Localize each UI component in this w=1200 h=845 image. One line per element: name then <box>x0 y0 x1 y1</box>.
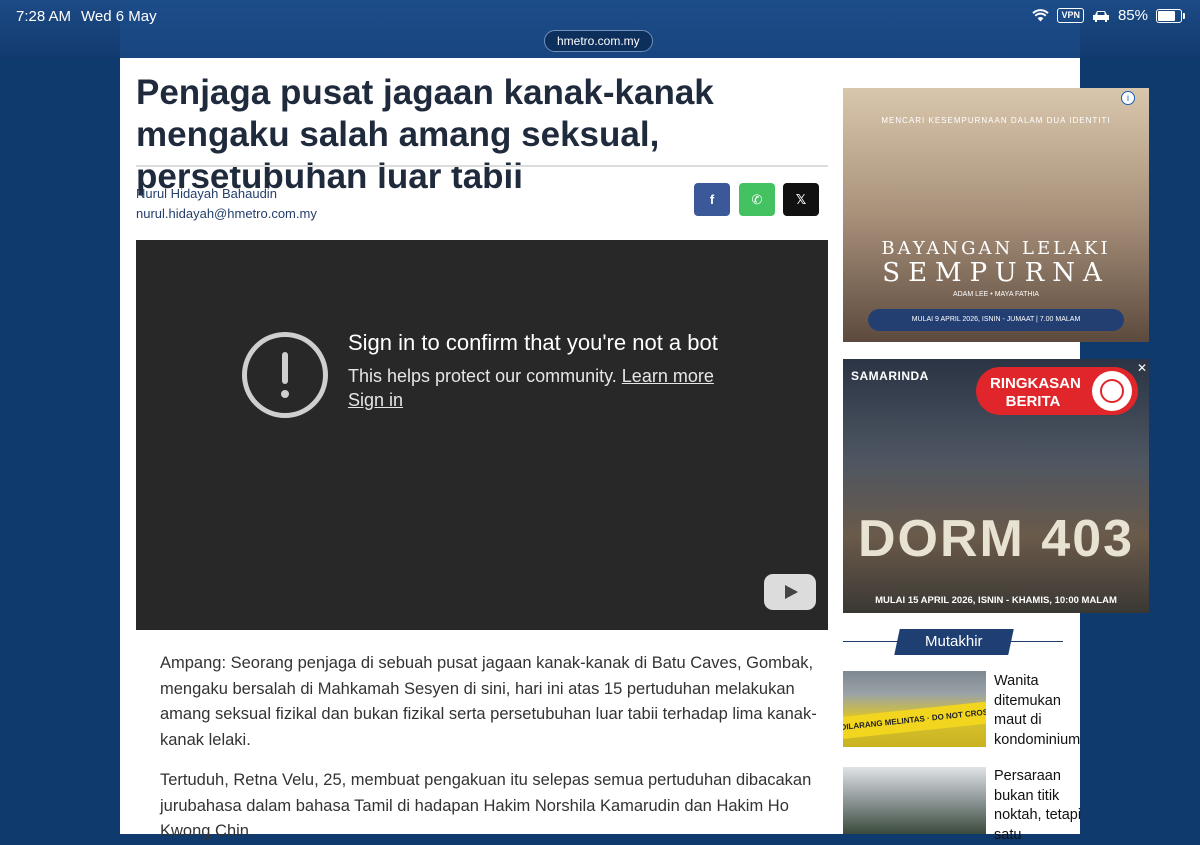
video-message-subtitle: This helps protect our community. Learn … <box>348 366 714 387</box>
ad-info-icon[interactable]: i <box>1121 91 1135 105</box>
sign-in-link[interactable]: Sign in <box>348 390 403 411</box>
learn-more-link[interactable]: Learn more <box>622 366 714 386</box>
x-icon: 𝕏 <box>795 191 807 207</box>
advertisement-banner-1[interactable]: i MENCARI KESEMPURNAAN DALAM DUA IDENTIT… <box>843 88 1149 342</box>
thumbnail-tape-text: DILARANG MELINTAS · DO NOT CROSS <box>843 700 986 740</box>
status-bar: 7:28 AM Wed 6 May VPN 85% <box>0 0 1200 34</box>
badge-line2: BERITA <box>1005 393 1061 410</box>
news-thumbnail[interactable] <box>843 767 986 834</box>
article-paragraph: Ampang: Seorang penjaga di sebuah pusat … <box>160 654 817 749</box>
battery-percent: 85% <box>1117 7 1148 24</box>
car-icon <box>1092 10 1109 22</box>
ad1-tagline: MENCARI KESEMPURNAAN DALAM DUA IDENTITI <box>881 116 1111 125</box>
ad1-schedule: MULAI 9 APRIL 2026, ISNIN - JUMAAT | 7.0… <box>868 309 1124 331</box>
wifi-icon <box>1032 9 1050 22</box>
section-title-mutakhir: Mutakhir <box>894 629 1014 655</box>
facebook-icon: f <box>709 192 715 207</box>
share-facebook-button[interactable]: f <box>694 183 730 216</box>
ad2-brand: SAMARINDA <box>851 369 929 383</box>
article-headline: Penjaga pusat jagaan kanak-kanak mengaku… <box>136 73 714 196</box>
video-message-title: Sign in to confirm that you're not a bot <box>348 330 718 355</box>
share-whatsapp-button[interactable]: ✆ <box>739 183 775 216</box>
ringkasan-berita-badge[interactable]: RINGKASAN BERITA <box>976 367 1138 415</box>
url-bar[interactable]: hmetro.com.my <box>544 30 653 52</box>
news-title-link[interactable]: Persaraan bukan titik noktah, tetapi sat… <box>994 767 1084 845</box>
vpn-badge: VPN <box>1057 8 1084 23</box>
badge-line1: RINGKASAN <box>990 375 1081 392</box>
share-x-button[interactable]: 𝕏 <box>783 183 819 216</box>
ad2-title: DORM 403 <box>857 510 1135 568</box>
ad1-title-line2: SEMPURNA <box>882 258 1110 288</box>
section-title-text: Mutakhir <box>925 633 983 650</box>
ad-close-icon[interactable]: ✕ <box>1137 361 1147 375</box>
advertisement-banner-2[interactable]: ✕ SAMARINDA RINGKASAN BERITA DORM 403 MU… <box>843 359 1149 613</box>
author-name[interactable]: Nurul Hidayah Bahaudin <box>136 186 277 201</box>
news-title-link[interactable]: Wanita ditemukan maut di kondominium <box>994 672 1084 750</box>
video-player[interactable]: Sign in to confirm that you're not a bot… <box>136 240 828 630</box>
headline-divider <box>136 165 828 167</box>
news-summary-icon <box>1092 371 1132 411</box>
article-paragraph: Tertuduh, Retna Velu, 25, membuat pengak… <box>160 771 812 840</box>
ad1-title-line1: BAYANGAN LELAKI <box>881 238 1111 259</box>
status-date: Wed 6 May <box>81 8 157 25</box>
ad2-schedule: MULAI 15 APRIL 2026, ISNIN - KHAMIS, 10:… <box>875 595 1117 606</box>
whatsapp-icon: ✆ <box>751 191 763 207</box>
author-email[interactable]: nurul.hidayah@hmetro.com.my <box>136 206 317 221</box>
video-message-text: This helps protect our community. <box>348 366 617 386</box>
youtube-play-icon[interactable] <box>764 574 816 610</box>
status-indicators: VPN 85% <box>1032 7 1185 24</box>
battery-icon <box>1156 8 1185 23</box>
ad1-cast: ADAM LEE • MAYA FATHIA <box>952 291 1040 298</box>
news-thumbnail[interactable]: DILARANG MELINTAS · DO NOT CROSS <box>843 671 986 747</box>
exclamation-icon <box>242 332 328 418</box>
status-time: 7:28 AM <box>16 8 72 25</box>
